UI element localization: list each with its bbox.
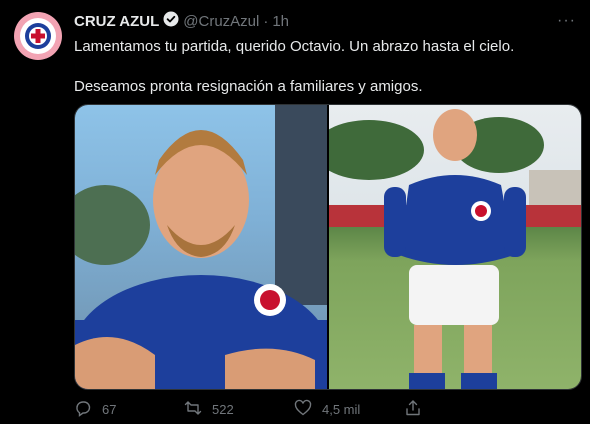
retweet-icon xyxy=(184,399,202,420)
tweet-text-line-1: Lamentamos tu partida, querido Octavio. … xyxy=(74,38,515,55)
share-button[interactable] xyxy=(404,399,514,420)
display-name[interactable]: CRUZ AZUL xyxy=(74,13,159,30)
handle[interactable]: @CruzAzul xyxy=(183,13,259,30)
heart-icon xyxy=(294,399,312,420)
retweet-count: 522 xyxy=(212,401,234,417)
verified-badge-icon xyxy=(163,11,179,31)
reply-button[interactable]: 67 xyxy=(74,399,184,420)
photo-child-player[interactable] xyxy=(329,105,581,389)
like-button[interactable]: 4,5 mil xyxy=(294,399,404,420)
reply-count: 67 xyxy=(102,401,117,417)
photo-adult-player[interactable] xyxy=(75,105,327,389)
club-crest-icon xyxy=(20,18,56,54)
timestamp[interactable]: 1h xyxy=(272,13,289,30)
like-count: 4,5 mil xyxy=(322,401,361,417)
tweet-actions: 67 522 4,5 mil xyxy=(74,398,514,420)
tweet-text: Lamentamos tu partida, querido Octavio. … xyxy=(74,37,574,97)
separator-dot: · xyxy=(263,12,269,30)
more-options-icon[interactable]: ··· xyxy=(557,12,576,30)
retweet-button[interactable]: 522 xyxy=(184,399,294,420)
share-icon xyxy=(404,399,422,420)
media-grid xyxy=(74,104,582,390)
tweet-header: CRUZ AZUL @CruzAzul · 1h xyxy=(74,10,289,32)
avatar[interactable] xyxy=(14,12,62,60)
tweet-text-line-2: Deseamos pronta resignación a familiares… xyxy=(74,78,423,95)
reply-icon xyxy=(74,399,92,420)
tweet: CRUZ AZUL @CruzAzul · 1h ··· Lamentamos … xyxy=(0,0,590,424)
